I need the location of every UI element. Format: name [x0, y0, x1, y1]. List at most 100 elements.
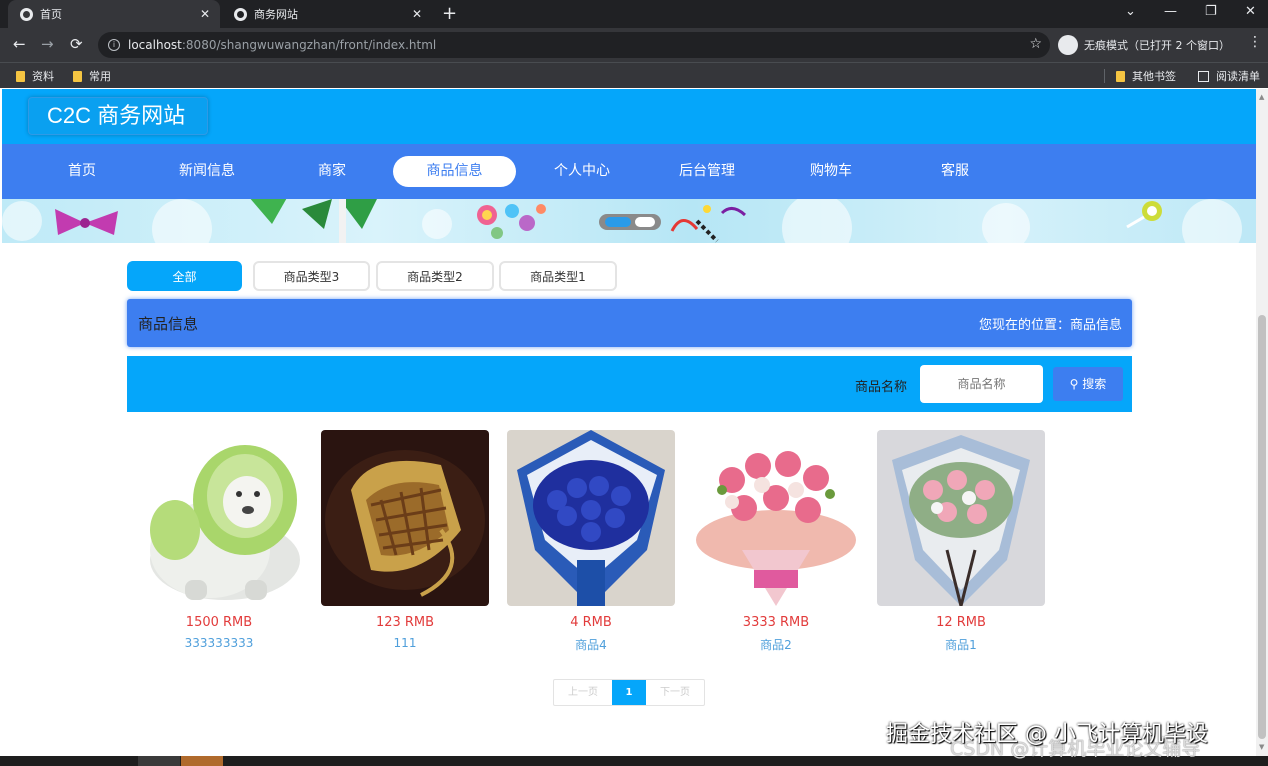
- address-bar[interactable]: i localhost:8080/shangwuwangzhan/front/i…: [98, 32, 1050, 58]
- bookmark-label: 其他书签: [1132, 70, 1176, 83]
- browser-toolbar: ← → ⟳ i localhost:8080/shangwuwangzhan/f…: [0, 28, 1268, 62]
- watermark: 掘金技术社区 @ 小飞计算机毕设: [886, 722, 1208, 747]
- globe-icon: [20, 7, 33, 21]
- filter-type-3[interactable]: 商品类型3: [253, 261, 370, 291]
- browser-menu-icon[interactable]: ⋮: [1248, 34, 1262, 50]
- filter-type-1[interactable]: 商品类型1: [499, 261, 617, 291]
- nav-item-service[interactable]: 客服: [915, 156, 995, 187]
- info-icon[interactable]: i: [108, 39, 120, 51]
- page-scrollbar[interactable]: ▲ ▼: [1256, 89, 1268, 756]
- pinwheel-icon: [250, 199, 377, 243]
- reload-icon[interactable]: ⟳: [70, 35, 83, 53]
- back-arrow-icon[interactable]: ←: [13, 35, 26, 53]
- product-name[interactable]: 商品1: [877, 636, 1045, 653]
- bookmark-label: 阅读清单: [1216, 70, 1260, 83]
- nav-item-home[interactable]: 首页: [42, 156, 122, 187]
- nav-item-cart[interactable]: 购物车: [791, 156, 871, 187]
- product-image-bamboo-basket[interactable]: [321, 430, 489, 606]
- nav-item-merchants[interactable]: 商家: [292, 156, 372, 187]
- reading-list[interactable]: 阅读清单: [1198, 68, 1260, 84]
- product-image-pink-rose-bouquet[interactable]: [877, 430, 1045, 606]
- search-bar: 商品名称 ⚲ 搜索: [127, 356, 1132, 412]
- banner-bubble: [2, 201, 42, 241]
- site-nav: 首页 新闻信息 商家 商品信息 个人中心 后台管理 购物车 客服: [2, 144, 1256, 199]
- product-name[interactable]: 商品4: [507, 636, 675, 653]
- taskbar-app[interactable]: [138, 756, 180, 766]
- nav-item-admin[interactable]: 后台管理: [667, 156, 747, 187]
- carousel-dot[interactable]: [635, 217, 655, 227]
- folder-icon: [73, 70, 82, 82]
- bookmark-separator: [1104, 69, 1105, 83]
- web-page: C2C 商务网站 首页 新闻信息 商家 商品信息 个人中心 后台管理 购物车 客…: [2, 89, 1256, 756]
- taskbar-app[interactable]: [181, 756, 223, 766]
- restore-icon[interactable]: ❐: [1205, 4, 1217, 19]
- product-name[interactable]: 商品2: [692, 636, 860, 653]
- page-number-current[interactable]: 1: [612, 680, 646, 705]
- tab-list-icon[interactable]: ⌄: [1125, 4, 1136, 19]
- bookmark-star-icon[interactable]: ☆: [1029, 36, 1042, 52]
- nav-item-products[interactable]: 商品信息: [393, 156, 516, 187]
- section-title-bar: 商品信息 您现在的位置：商品信息: [127, 299, 1132, 347]
- banner-carousel[interactable]: [2, 199, 1256, 243]
- product-image-blue-rose-bouquet[interactable]: [507, 430, 675, 606]
- search-button[interactable]: ⚲ 搜索: [1053, 367, 1123, 401]
- folder-icon: [1116, 70, 1125, 82]
- product-price: 123 RMB: [375, 615, 435, 630]
- tab-title: 商务网站: [254, 8, 298, 21]
- banner-bubble: [1182, 199, 1242, 243]
- minimize-icon[interactable]: —: [1164, 4, 1177, 19]
- incognito-label: 无痕模式（已打开 2 个窗口）: [1084, 39, 1230, 52]
- site-logo[interactable]: C2C 商务网站: [28, 97, 208, 135]
- reading-list-icon: [1198, 70, 1209, 82]
- product-card[interactable]: 4 RMB 商品4: [507, 430, 675, 652]
- pagination: 上一页 1 下一页: [553, 679, 705, 706]
- forward-arrow-icon[interactable]: →: [41, 35, 54, 53]
- breadcrumb: 您现在的位置：商品信息: [978, 318, 1122, 333]
- product-card[interactable]: 3333 RMB 商品2: [692, 430, 860, 652]
- close-icon[interactable]: ✕: [200, 7, 210, 21]
- product-card[interactable]: 1500 RMB 333333333: [135, 430, 303, 650]
- filter-type-2[interactable]: 商品类型2: [376, 261, 494, 291]
- bookmark-folder-ziliao[interactable]: 资料: [16, 68, 54, 84]
- close-window-icon[interactable]: ✕: [1245, 4, 1256, 19]
- product-price: 12 RMB: [936, 615, 986, 630]
- product-card[interactable]: 12 RMB 商品1: [877, 430, 1045, 652]
- search-button-label: 搜索: [1082, 377, 1107, 391]
- nav-item-news[interactable]: 新闻信息: [167, 156, 247, 187]
- prev-page-button[interactable]: 上一页: [554, 680, 612, 705]
- candy-icon: [477, 204, 546, 239]
- browser-tab-shop[interactable]: 商务网站 ✕: [222, 0, 432, 28]
- bookmark-other[interactable]: 其他书签: [1116, 68, 1176, 84]
- incognito-icon: [1058, 35, 1078, 55]
- product-name[interactable]: 333333333: [135, 636, 303, 650]
- bookmarks-bar: 资料 常用 其他书签 阅读清单: [0, 62, 1268, 88]
- bookmark-label: 资料: [32, 70, 54, 83]
- browser-tab-home[interactable]: 首页 ✕: [8, 0, 220, 28]
- carousel-dot-active[interactable]: [605, 217, 631, 227]
- incognito-indicator[interactable]: 无痕模式（已打开 2 个窗口）: [1058, 32, 1238, 58]
- product-image-cabbage-dog[interactable]: [135, 430, 303, 606]
- banner-bubble: [982, 203, 1030, 243]
- scrollbar-thumb[interactable]: [1258, 315, 1266, 739]
- scroll-up-icon[interactable]: ▲: [1259, 93, 1264, 101]
- lollipop-icon: [1126, 201, 1162, 229]
- next-page-button[interactable]: 下一页: [646, 680, 704, 705]
- product-image-pink-carnation-bouquet[interactable]: [692, 430, 860, 606]
- filter-all[interactable]: 全部: [127, 261, 242, 291]
- confetti-icon: [670, 205, 747, 243]
- product-name[interactable]: 111: [321, 636, 489, 650]
- bookmark-label: 常用: [89, 70, 111, 83]
- nav-item-profile[interactable]: 个人中心: [542, 156, 622, 187]
- search-input[interactable]: [920, 365, 1043, 403]
- bookmark-folder-changyong[interactable]: 常用: [73, 68, 111, 84]
- ribbon-bow-icon: [55, 209, 118, 235]
- section-title: 商品信息: [138, 315, 199, 333]
- search-label: 商品名称: [855, 380, 908, 395]
- new-tab-icon[interactable]: +: [442, 3, 457, 24]
- url-host: localhost: [128, 38, 182, 52]
- banner-bubble: [152, 199, 212, 243]
- product-card[interactable]: 123 RMB 111: [321, 430, 489, 650]
- carousel-indicator[interactable]: [599, 214, 661, 230]
- scroll-down-icon[interactable]: ▼: [1259, 743, 1264, 751]
- close-icon[interactable]: ✕: [412, 7, 422, 21]
